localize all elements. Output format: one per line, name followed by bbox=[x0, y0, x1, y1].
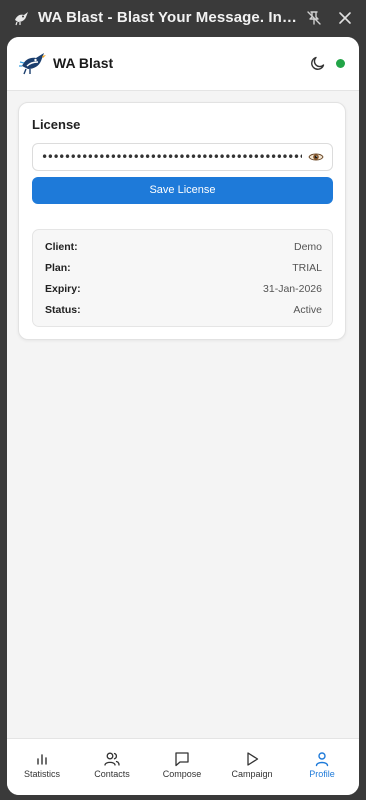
info-row-status: Status: Active bbox=[45, 304, 322, 320]
app-header: WA Blast bbox=[7, 37, 359, 91]
nav-statistics[interactable]: Statistics bbox=[7, 739, 77, 795]
info-key: Client: bbox=[45, 241, 78, 253]
info-key: Plan: bbox=[45, 262, 71, 274]
message-square-icon bbox=[175, 752, 189, 767]
nav-label: Contacts bbox=[94, 769, 130, 779]
info-value: Active bbox=[293, 304, 322, 316]
bar-chart-icon bbox=[37, 754, 47, 765]
app-logo-icon bbox=[15, 12, 28, 26]
nav-contacts[interactable]: Contacts bbox=[77, 739, 147, 795]
show-password-eye-icon[interactable] bbox=[308, 149, 324, 165]
close-icon[interactable] bbox=[336, 9, 354, 27]
nav-campaign[interactable]: Campaign bbox=[217, 739, 287, 795]
info-value: Demo bbox=[293, 241, 322, 253]
unpin-icon[interactable] bbox=[305, 9, 323, 27]
brand-name: WA Blast bbox=[53, 55, 114, 71]
dark-mode-toggle-icon[interactable] bbox=[309, 54, 327, 72]
nav-label: Profile bbox=[309, 769, 335, 779]
bottom-navigation: Statistics Contacts Compose Campaign Pro… bbox=[7, 738, 359, 795]
license-card: License Save License Client: Demo Plan: … bbox=[18, 102, 346, 340]
nav-label: Statistics bbox=[23, 769, 60, 779]
nav-label: Campaign bbox=[231, 769, 273, 779]
connection-status-indicator bbox=[336, 59, 345, 68]
license-key-input[interactable] bbox=[32, 143, 333, 171]
info-key: Expiry: bbox=[45, 283, 81, 295]
info-value: TRIAL bbox=[292, 262, 322, 274]
window-title: WA Blast - Blast Your Message. Instantly… bbox=[38, 9, 300, 26]
info-key: Status: bbox=[45, 304, 81, 316]
nav-profile[interactable]: Profile bbox=[287, 739, 357, 795]
nav-label: Compose bbox=[162, 769, 202, 779]
users-icon bbox=[104, 752, 120, 766]
save-license-button[interactable]: Save License bbox=[32, 177, 333, 204]
license-title: License bbox=[32, 117, 81, 132]
info-row-expiry: Expiry: 31-Jan-2026 bbox=[45, 283, 322, 299]
title-bar: WA Blast - Blast Your Message. Instantly… bbox=[0, 0, 366, 36]
info-row-plan: Plan: TRIAL bbox=[45, 262, 322, 278]
info-value: 31-Jan-2026 bbox=[263, 283, 322, 295]
license-info-box: Client: Demo Plan: TRIAL Expiry: 31-Jan-… bbox=[32, 229, 333, 327]
nav-compose[interactable]: Compose bbox=[147, 739, 217, 795]
info-row-client: Client: Demo bbox=[45, 241, 322, 257]
user-icon bbox=[315, 752, 329, 767]
wa-blast-logo-icon bbox=[19, 53, 46, 75]
app-window: WA Blast License Save License Client: De… bbox=[7, 37, 359, 795]
play-icon bbox=[247, 752, 259, 766]
